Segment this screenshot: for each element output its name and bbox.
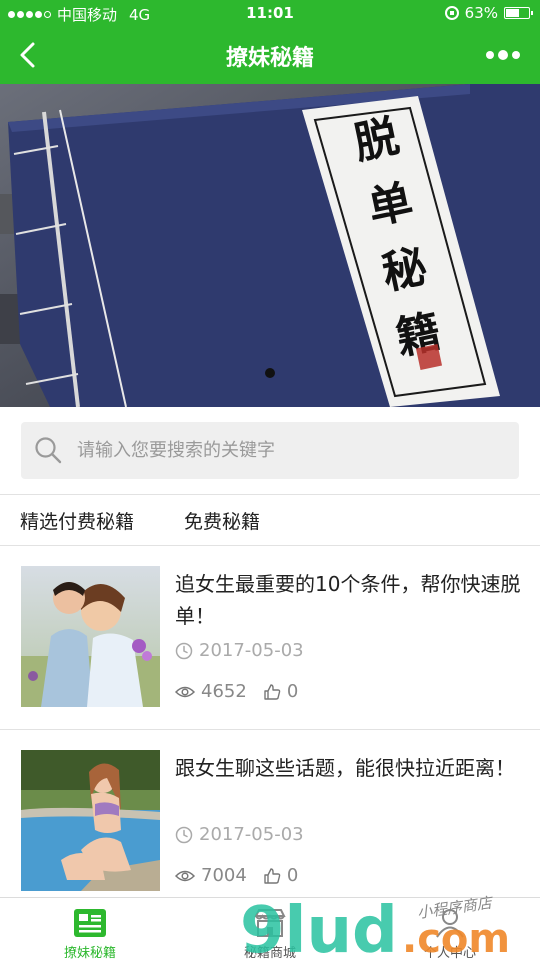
article-item[interactable]: 追女生最重要的10个条件，帮你快速脱单！ 2017-05-03 4652 0	[0, 546, 540, 729]
bottom-tab-bar: 撩妹秘籍 秘籍商城 个人中心	[0, 897, 540, 960]
category-tabs: 精选付费秘籍 免费秘籍	[0, 495, 540, 545]
tabbar-item-shop[interactable]: 秘籍商城	[180, 898, 360, 960]
person-icon	[436, 909, 464, 938]
tabbar-label: 个人中心	[423, 946, 476, 960]
view-count: 7004	[201, 865, 247, 886]
clock-icon	[175, 826, 193, 843]
carousel-indicator-dot[interactable]	[265, 368, 275, 378]
rotation-lock-icon	[444, 6, 459, 20]
thumbs-up-icon[interactable]	[263, 867, 281, 885]
eye-icon	[175, 686, 195, 697]
battery-icon	[504, 7, 533, 19]
tab-free-secrets[interactable]: 免费秘籍	[184, 507, 260, 534]
view-count: 4652	[201, 681, 247, 702]
eye-icon	[175, 870, 195, 881]
tabbar-item-profile[interactable]: 个人中心	[360, 898, 540, 960]
article-date-text: 2017-05-03	[199, 640, 304, 661]
tabbar-item-secrets[interactable]: 撩妹秘籍	[0, 898, 180, 960]
book-illustration: 脱 单 秘 籍	[0, 84, 540, 407]
article-date-text: 2017-05-03	[199, 824, 304, 845]
article-stats: 4652 0	[175, 681, 298, 702]
clock-icon	[175, 642, 193, 659]
article-date: 2017-05-03	[175, 640, 304, 661]
status-right: 63%	[444, 4, 533, 22]
more-dots-icon[interactable]	[486, 50, 520, 60]
seal-stamp	[415, 343, 443, 371]
nav-bar: 撩妹秘籍	[0, 28, 540, 84]
article-stats: 7004 0	[175, 865, 298, 886]
page-title: 撩妹秘籍	[225, 46, 314, 71]
thumbs-up-icon[interactable]	[263, 683, 281, 701]
search-bar[interactable]	[21, 422, 519, 479]
article-title[interactable]: 跟女生聊这些话题，能很快拉近距离！	[175, 752, 525, 784]
status-bar: 中国移动 4G 11:01 63%	[0, 0, 540, 28]
battery-percent: 63%	[464, 4, 498, 22]
search-icon	[35, 437, 62, 464]
article-thumbnail	[21, 750, 160, 891]
search-input[interactable]	[77, 422, 507, 479]
tabbar-label: 秘籍商城	[243, 946, 296, 960]
article-title[interactable]: 追女生最重要的10个条件，帮你快速脱单！	[175, 568, 525, 632]
shop-icon	[254, 909, 286, 937]
tab-paid-secrets[interactable]: 精选付费秘籍	[20, 507, 134, 534]
banner-carousel[interactable]: 脱 单 秘 籍	[0, 84, 540, 407]
article-icon	[74, 909, 106, 937]
article-date: 2017-05-03	[175, 824, 304, 845]
like-count: 0	[286, 865, 299, 886]
article-item[interactable]: 跟女生聊这些话题，能很快拉近距离！ 2017-05-03 7004 0	[0, 730, 540, 913]
article-thumbnail	[21, 566, 160, 707]
like-count: 0	[286, 681, 299, 702]
battery-fill	[506, 9, 519, 17]
tabbar-label: 撩妹秘籍	[63, 946, 116, 960]
